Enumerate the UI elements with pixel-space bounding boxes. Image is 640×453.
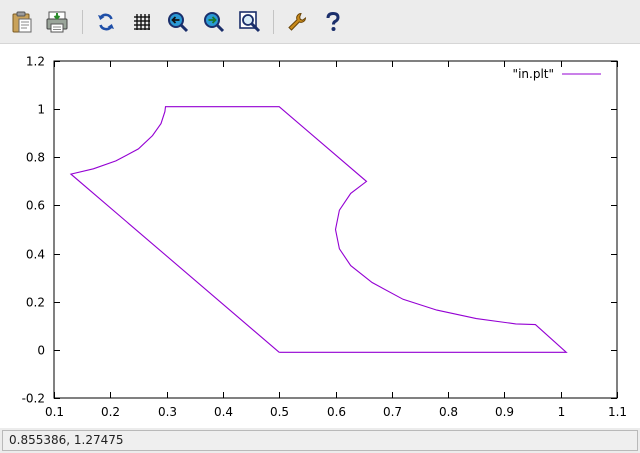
toolbar-separator [82,10,83,34]
copy-to-clipboard-button[interactable] [8,8,36,36]
line-chart[interactable]: 0.1 0.2 0.3 0.4 0.5 0.6 0.7 0.8 0.9 1 1.1 -0.2 0 0.2 0… [0,44,640,428]
x-tick-label: 0.5 [270,405,289,419]
x-tick-label: 0.9 [495,405,514,419]
legend-label: "in.plt" [513,67,554,81]
x-tick-label: 0.6 [327,405,346,419]
toolbar-separator [273,10,274,34]
y-tick-label: 0.4 [26,248,45,262]
y-tick-label: 0.8 [26,151,45,165]
series-line [69,106,568,353]
x-tick-label: 0.8 [439,405,458,419]
x-tick-label: 1.1 [608,405,627,419]
y-tick-label: 1 [37,103,45,117]
y-tick-label: -0.2 [22,392,45,406]
clipboard-icon [10,10,34,34]
help-button[interactable] [319,8,347,36]
wrench-icon [287,12,307,32]
x-tick-label: 1 [558,405,566,419]
next-zoom-button[interactable] [200,8,228,36]
x-tick-label: 0.7 [383,405,402,419]
y-tick-label: 0 [37,344,45,358]
help-icon [323,11,343,33]
plot-canvas[interactable]: 0.1 0.2 0.3 0.4 0.5 0.6 0.7 0.8 0.9 1 1.1 -0.2 0 0.2 0… [0,44,640,428]
x-tick-label: 0.1 [45,405,64,419]
zoom-fit-icon [239,11,261,33]
grid-icon [133,13,151,31]
x-tick-label: 0.2 [101,405,120,419]
options-button[interactable] [283,8,311,36]
zoom-next-icon [203,11,225,33]
x-tick-label: 0.4 [214,405,233,419]
toggle-grid-button[interactable] [128,8,156,36]
x-tick-label: 0.3 [158,405,177,419]
y-tick-label: 1.2 [26,55,45,69]
y-tick-label: 0.6 [26,199,45,213]
autoscale-button[interactable] [236,8,264,36]
print-button[interactable] [43,8,71,36]
zoom-previous-icon [167,11,189,33]
cursor-coordinates-readout: 0.855386, 1.27475 [2,430,638,451]
replot-button[interactable] [92,8,120,36]
statusbar: 0.855386, 1.27475 [0,428,640,453]
refresh-icon [96,12,116,32]
y-tick-label: 0.2 [26,296,45,310]
toolbar [0,0,640,44]
previous-zoom-button[interactable] [164,8,192,36]
printer-icon [45,10,69,34]
